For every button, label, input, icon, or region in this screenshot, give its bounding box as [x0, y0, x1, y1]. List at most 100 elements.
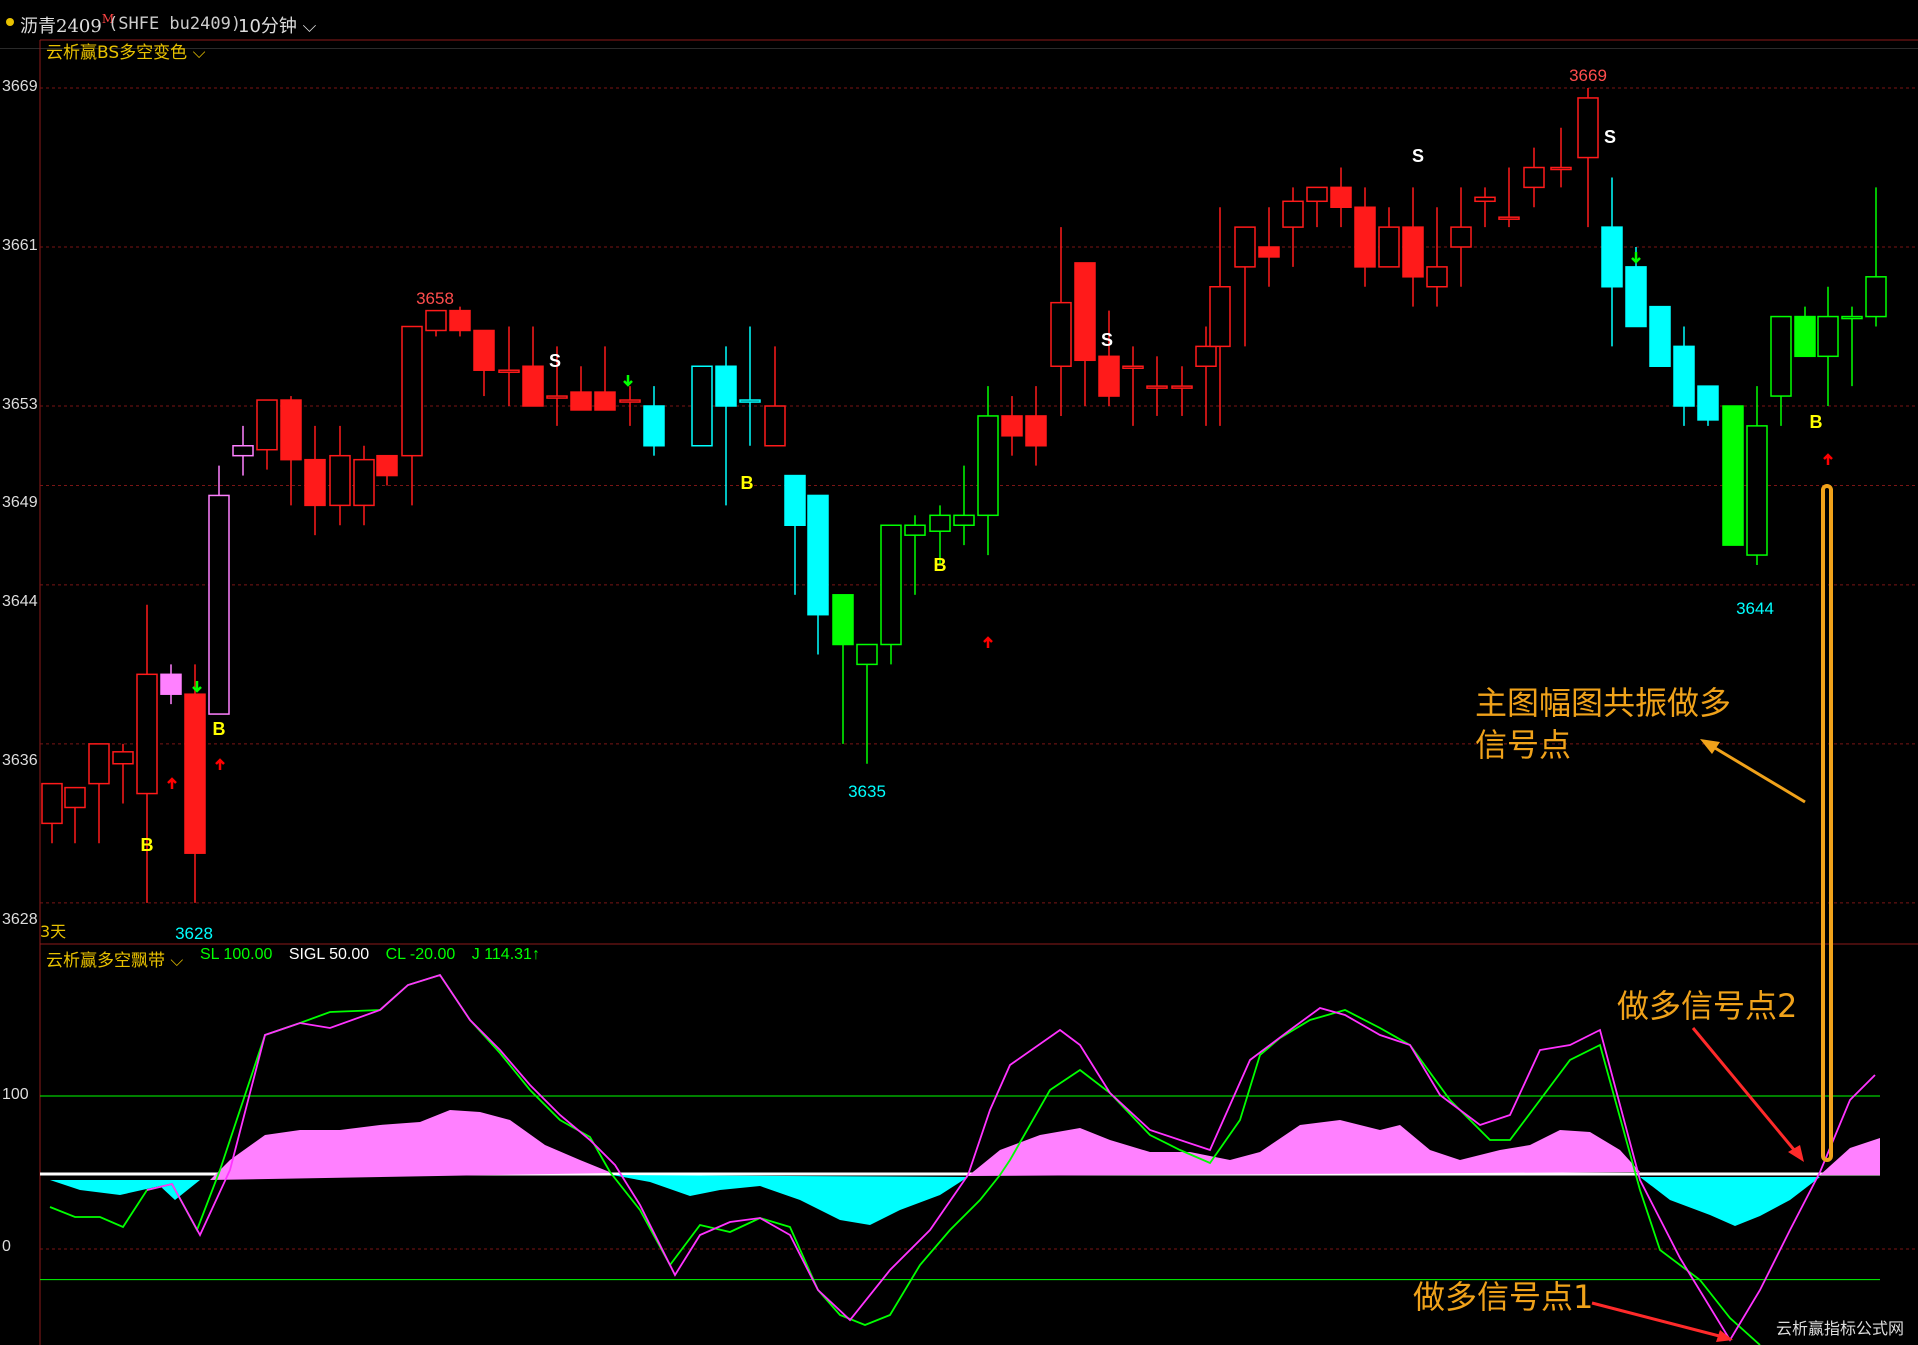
- candle-body: [376, 454, 398, 477]
- candle-body: [1625, 266, 1647, 328]
- indicator-params: SL 100.00 SIGL 50.00 CL -20.00 J 114.31↑: [200, 946, 552, 964]
- candle-body: [522, 365, 544, 407]
- long-arrow-icon: [215, 758, 225, 770]
- candle-body: [1050, 301, 1072, 367]
- candle-body: [160, 673, 182, 695]
- candle-body: [1001, 415, 1023, 437]
- resonance-note-line1: 主图幅图共振做多: [1475, 684, 1732, 722]
- candle-body: [1282, 200, 1304, 228]
- signal2-arrow: [1691, 1027, 1802, 1158]
- y-tick: 3628: [2, 911, 38, 928]
- bear-band-fill: [612, 1175, 968, 1225]
- candle-body: [1402, 226, 1424, 278]
- candle-body: [401, 325, 423, 457]
- candle-body: [256, 399, 278, 451]
- sell-signal-label: S: [1101, 330, 1113, 350]
- candle-body: [136, 673, 158, 795]
- chevron-down-icon: ⌵: [170, 951, 184, 971]
- param-j: J 114.31↑: [471, 946, 540, 963]
- sub-y-tick: 0: [2, 1238, 11, 1255]
- param-sigl: SIGL 50.00: [288, 946, 370, 963]
- candle-body: [1025, 415, 1047, 447]
- chevron-down-icon: ⌵: [192, 43, 206, 63]
- candle-body: [473, 329, 495, 371]
- short-arrow-icon: [623, 375, 633, 387]
- candle-body: [739, 399, 761, 403]
- candle-body: [1122, 365, 1144, 369]
- candle-body: [1550, 166, 1572, 171]
- buy-signal-label: B: [1810, 412, 1823, 432]
- candle-body: [1146, 385, 1168, 389]
- candle-body: [1673, 345, 1695, 407]
- sub-indicator-label: 云析赢多空飘带: [46, 951, 165, 971]
- candle-body: [977, 415, 999, 517]
- candle-body: [232, 445, 254, 457]
- candle-body: [498, 369, 520, 373]
- candle-body: [41, 782, 63, 825]
- buy-signal-label: B: [213, 719, 226, 739]
- candle-body: [425, 309, 447, 332]
- candle-body: [784, 474, 806, 526]
- candle-body: [1330, 186, 1352, 208]
- resonance-marker-bar: [1821, 484, 1833, 1162]
- bull-band-fill: [968, 1120, 1640, 1176]
- candle-body: [1794, 315, 1816, 358]
- candle-body: [1817, 315, 1839, 358]
- price-label-low: 3628: [175, 924, 213, 943]
- buy-signal-label: B: [934, 555, 947, 575]
- candle-body: [1722, 405, 1744, 546]
- range-label: 3天: [40, 922, 67, 941]
- candle-body: [1746, 425, 1768, 556]
- candle-body: [1074, 262, 1096, 362]
- y-tick: 3636: [2, 752, 38, 769]
- candle-body: [208, 494, 230, 715]
- short-arrow-icon: [1631, 252, 1641, 264]
- main-indicator-label: 云析赢BS多空变色: [46, 43, 188, 63]
- candle-body: [1378, 226, 1400, 268]
- candle-body: [1498, 216, 1520, 220]
- param-cl: CL -20.00: [385, 946, 456, 963]
- price-label: 3644: [1736, 599, 1774, 618]
- y-tick: 3669: [2, 78, 38, 95]
- signal2-note: 做多信号点2: [1617, 987, 1798, 1025]
- candle-body: [449, 309, 471, 332]
- candle-body: [1841, 315, 1863, 320]
- candle-body: [1577, 97, 1599, 159]
- bear-band-fill: [1640, 1177, 1820, 1226]
- candle-body: [643, 405, 665, 447]
- candle-body: [1450, 226, 1472, 248]
- candle-body: [715, 365, 737, 407]
- candle-body: [1258, 246, 1280, 258]
- candle-body: [1770, 315, 1792, 397]
- candle-body: [1171, 385, 1193, 389]
- sub-y-tick: 100: [2, 1086, 29, 1103]
- y-tick: 3661: [2, 237, 38, 254]
- candle-body: [329, 454, 351, 507]
- price-label: 3635: [848, 782, 886, 801]
- candle-body: [64, 786, 86, 809]
- candle-body: [594, 391, 616, 411]
- price-label-high: 3669: [1569, 66, 1607, 85]
- main-indicator-selector[interactable]: 云析赢BS多空变色 ⌵: [46, 38, 205, 63]
- candle-body: [1474, 196, 1496, 203]
- long-arrow-icon: [983, 636, 993, 648]
- chart-canvas[interactable]: B B B B B S S S S 3669 3658 3628 3635 3644: [0, 0, 1918, 1345]
- candle-body: [929, 514, 951, 532]
- resonance-note-line2: 信号点: [1475, 726, 1572, 764]
- signal1-note: 做多信号点1: [1413, 1278, 1594, 1316]
- candle-body: [953, 514, 975, 526]
- candle-body: [880, 524, 902, 646]
- sell-signal-label: S: [1604, 127, 1616, 147]
- candle-body: [1865, 276, 1887, 318]
- candle-body: [280, 399, 302, 461]
- candle-body: [1426, 266, 1448, 288]
- candle-body: [184, 693, 206, 854]
- candle-body: [807, 494, 829, 616]
- sub-indicator-selector[interactable]: 云析赢多空飘带 ⌵: [46, 946, 183, 971]
- y-tick: 3653: [2, 396, 38, 413]
- candle-body: [1601, 226, 1623, 288]
- watermark: 云析赢指标公式网: [1775, 1319, 1904, 1338]
- buy-signal-label: B: [141, 835, 154, 855]
- price-label: 3658: [416, 289, 454, 308]
- sell-signal-label: S: [1412, 146, 1424, 166]
